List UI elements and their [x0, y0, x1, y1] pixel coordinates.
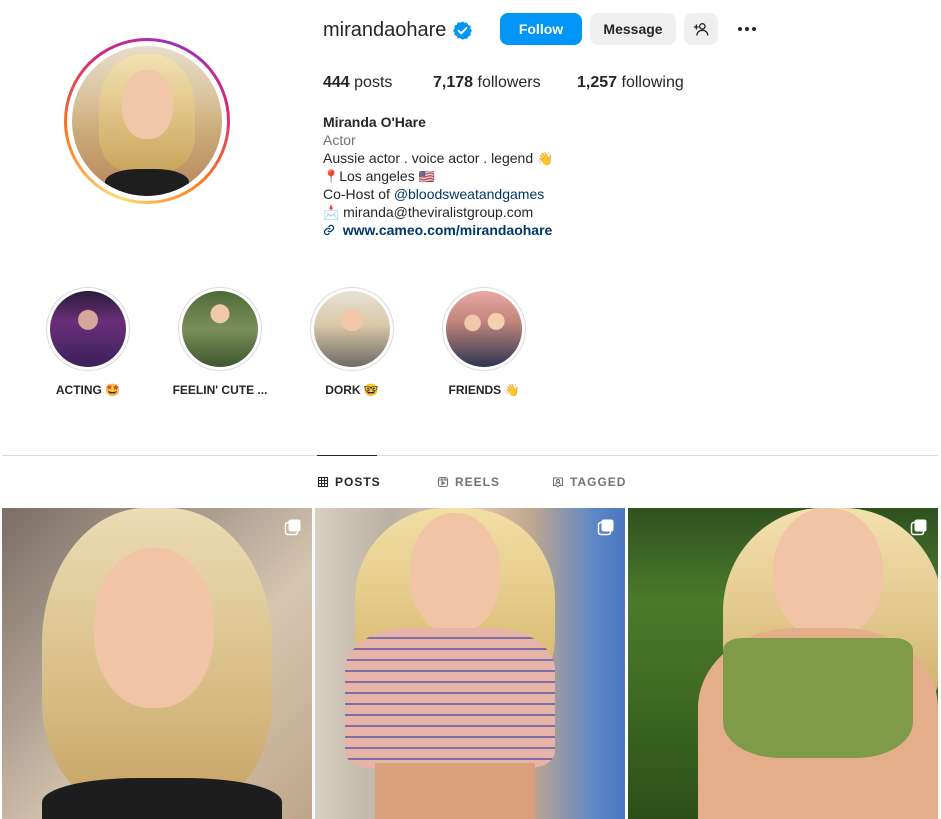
- more-dot: [752, 27, 756, 31]
- posts-count-label: posts: [354, 74, 393, 91]
- highlight-cover: [182, 291, 258, 367]
- carousel-icon: [910, 519, 927, 536]
- tab-posts[interactable]: POSTS: [317, 475, 381, 489]
- tab-reels-label: REELS: [455, 475, 501, 489]
- posts-count: 444 posts: [323, 74, 392, 92]
- highlight-acting[interactable]: ACTING 🤩: [33, 287, 143, 397]
- tagged-icon: [552, 477, 564, 488]
- follow-button[interactable]: Follow: [500, 13, 582, 45]
- highlight-friends[interactable]: FRIENDS 👋: [429, 287, 539, 397]
- carousel-icon: [284, 519, 301, 536]
- post-subject-face: [410, 513, 500, 633]
- website-link[interactable]: www.cameo.com/mirandaohare: [343, 221, 553, 239]
- highlight-label: FEELIN' CUTE ...: [172, 383, 268, 397]
- followers-count-value: 7,178: [433, 74, 474, 91]
- followers-link[interactable]: 7,178 followers: [433, 74, 541, 92]
- post-subject-top: [42, 778, 282, 819]
- profile-username: mirandaohare: [323, 19, 447, 41]
- avatar-frame: [67, 41, 227, 201]
- tab-tagged[interactable]: TAGGED: [552, 475, 626, 489]
- highlight-dork[interactable]: DORK 🤓: [297, 287, 407, 397]
- highlight-label: ACTING 🤩: [55, 383, 121, 397]
- profile-category: Actor: [323, 132, 356, 148]
- following-count-value: 1,257: [577, 74, 618, 91]
- highlight-cover-ring: [442, 287, 526, 371]
- post-subject-face: [773, 508, 883, 638]
- envelope-emoji: 📩: [323, 204, 340, 220]
- bio-location-text: Los angeles: [339, 168, 415, 184]
- bio-email-text: miranda@theviralistgroup.com: [343, 204, 534, 220]
- profile-avatar[interactable]: [64, 38, 230, 204]
- bio-cohost-text: Co-Host of: [323, 186, 390, 202]
- suggested-users-button[interactable]: [684, 13, 718, 45]
- avatar-shirt: [105, 169, 189, 196]
- bio-line-website[interactable]: www.cameo.com/mirandaohare: [323, 221, 553, 239]
- post-subject-skin: [375, 763, 535, 819]
- profile-bio: Miranda O'Hare Actor Aussie actor . voic…: [323, 113, 553, 239]
- highlight-label: DORK 🤓: [325, 383, 379, 397]
- bio-line-tagline: Aussie actor . voice actor . legend 👋: [323, 149, 553, 167]
- profile-full-name: Miranda O'Hare: [323, 114, 426, 130]
- highlight-cover-ring: [310, 287, 394, 371]
- active-tab-indicator: [317, 455, 377, 456]
- more-dot: [738, 27, 742, 31]
- highlight-cover: [50, 291, 126, 367]
- bio-tagline-text: Aussie actor . voice actor . legend: [323, 150, 534, 166]
- highlight-cover: [314, 291, 390, 367]
- followers-count-label: followers: [477, 74, 541, 91]
- more-dot: [745, 27, 749, 31]
- post-subject-top: [723, 638, 913, 758]
- highlight-cover-ring: [46, 287, 130, 371]
- following-link[interactable]: 1,257 following: [577, 74, 684, 92]
- bio-line-location: 📍 Los angeles 🇺🇸: [323, 167, 553, 185]
- following-count-label: following: [621, 74, 684, 91]
- tab-tagged-label: TAGGED: [570, 475, 627, 489]
- tab-reels[interactable]: REELS: [437, 475, 500, 489]
- grid-icon: [317, 476, 329, 488]
- posts-count-value: 444: [323, 74, 350, 91]
- message-button[interactable]: Message: [590, 13, 676, 45]
- add-user-icon: [693, 23, 709, 36]
- post-subject-top: [345, 628, 555, 768]
- avatar-face: [121, 70, 173, 139]
- us-flag-emoji: 🇺🇸: [418, 168, 435, 184]
- reels-icon: [437, 476, 449, 488]
- highlight-label: FRIENDS 👋: [448, 383, 520, 397]
- avatar-photo: [72, 46, 222, 196]
- wave-emoji: 👋: [537, 150, 554, 166]
- highlight-cover-ring: [178, 287, 262, 371]
- post-subject-face: [94, 548, 214, 708]
- post-thumbnail[interactable]: [315, 508, 625, 819]
- mention-link[interactable]: @bloodsweatandgames: [394, 185, 544, 203]
- pin-emoji: 📍: [323, 168, 340, 184]
- link-icon: [323, 224, 335, 236]
- carousel-icon: [597, 519, 614, 536]
- bio-line-cohost: Co-Host of @bloodsweatandgames: [323, 185, 553, 203]
- highlight-cover: [446, 291, 522, 367]
- more-options-icon[interactable]: [734, 18, 760, 40]
- tab-posts-label: POSTS: [335, 475, 381, 489]
- tabs-divider: [2, 455, 938, 456]
- post-thumbnail[interactable]: [628, 508, 938, 819]
- highlight-feelin-cute[interactable]: FEELIN' CUTE ...: [165, 287, 275, 397]
- post-thumbnail[interactable]: [2, 508, 312, 819]
- bio-line-email: 📩 miranda@theviralistgroup.com: [323, 203, 553, 221]
- verified-badge-icon: [453, 21, 472, 40]
